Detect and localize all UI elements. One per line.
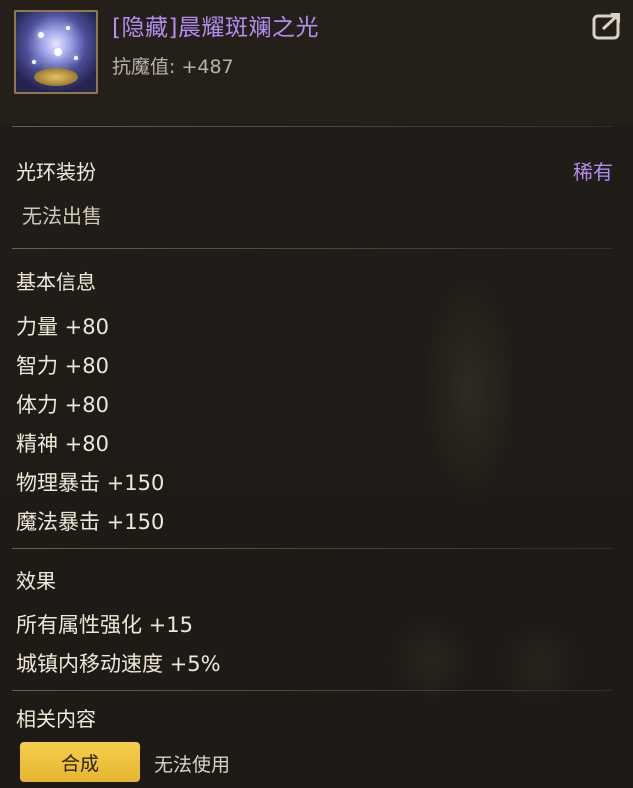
- item-category: 光环装扮: [16, 160, 96, 184]
- item-name: [隐藏]晨耀斑斓之光: [112, 15, 319, 41]
- effect-line: 城镇内移动速度 +5%: [16, 652, 221, 676]
- stat-line: 精神 +80: [16, 432, 109, 456]
- stat-line: 魔法暴击 +150: [16, 510, 165, 534]
- stat-line: 体力 +80: [16, 393, 109, 417]
- basic-info-title: 基本信息: [16, 270, 96, 294]
- synthesize-button[interactable]: 合成: [20, 742, 140, 782]
- share-icon[interactable]: [591, 8, 625, 42]
- related-content-title: 相关内容: [16, 707, 96, 731]
- stat-line: 力量 +80: [16, 315, 109, 339]
- background-artwork: [360, 90, 633, 780]
- sell-status: 无法出售: [22, 204, 102, 228]
- item-header: [隐藏]晨耀斑斓之光 抗魔值: +487: [0, 0, 633, 124]
- rarity-label: 稀有: [573, 160, 613, 184]
- stat-line: 物理暴击 +150: [16, 471, 165, 495]
- effect-line: 所有属性强化 +15: [16, 613, 193, 637]
- item-magic-resist: 抗魔值: +487: [112, 56, 234, 78]
- effects-title: 效果: [16, 569, 56, 593]
- stat-line: 智力 +80: [16, 354, 109, 378]
- aura-orb-icon: [14, 10, 98, 94]
- usage-status: 无法使用: [154, 754, 231, 776]
- item-tooltip-panel: [隐藏]晨耀斑斓之光 抗魔值: +487 光环装扮 稀有 无法出售 基本信息 力…: [0, 0, 633, 788]
